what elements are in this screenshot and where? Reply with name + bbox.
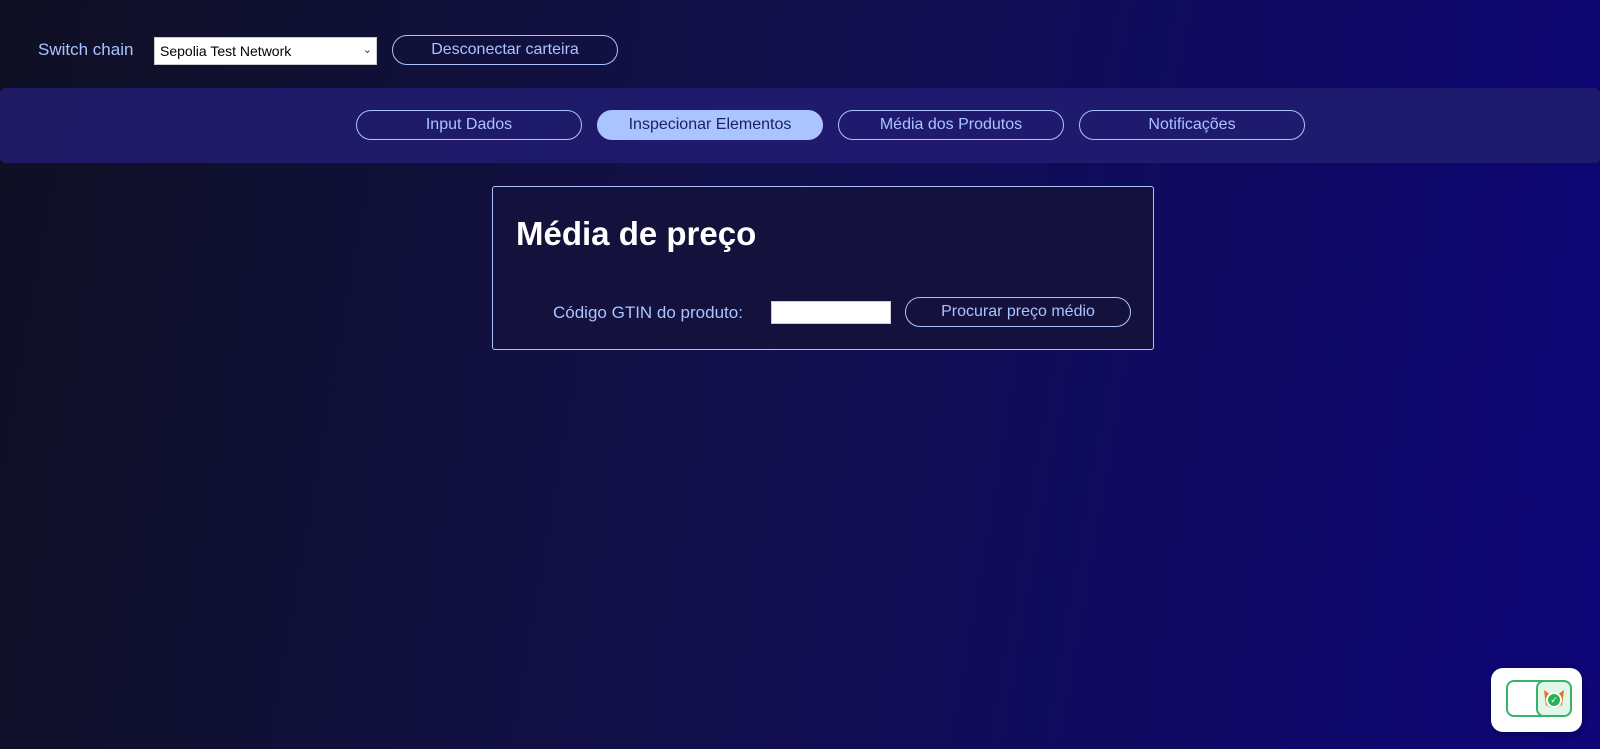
tab-input-dados[interactable]: Input Dados: [356, 110, 582, 140]
wallet-widget[interactable]: ✓: [1491, 668, 1582, 732]
chain-select-value: Sepolia Test Network: [160, 43, 292, 59]
switch-chain-label: Switch chain: [38, 40, 134, 59]
tab-inspecionar-elementos[interactable]: Inspecionar Elementos: [597, 110, 823, 140]
gtin-label: Código GTIN do produto:: [553, 303, 743, 322]
chain-select[interactable]: Sepolia Test Network ⌄: [154, 37, 377, 65]
tab-notificacoes[interactable]: Notificações: [1079, 110, 1305, 140]
chevron-down-icon: ⌄: [362, 44, 372, 56]
card-title: Média de preço: [516, 215, 757, 252]
nav-bar: Input Dados Inspecionar Elementos Média …: [0, 88, 1600, 163]
tab-media-dos-produtos[interactable]: Média dos Produtos: [838, 110, 1064, 140]
price-average-card: Média de preço Código GTIN do produto: P…: [492, 186, 1154, 350]
gtin-input[interactable]: [771, 301, 891, 324]
check-icon: ✓: [1546, 692, 1562, 708]
disconnect-wallet-button[interactable]: Desconectar carteira: [392, 35, 618, 65]
search-average-price-button[interactable]: Procurar preço médio: [905, 297, 1131, 327]
top-bar: Switch chain Sepolia Test Network ⌄ Desc…: [0, 0, 1600, 88]
